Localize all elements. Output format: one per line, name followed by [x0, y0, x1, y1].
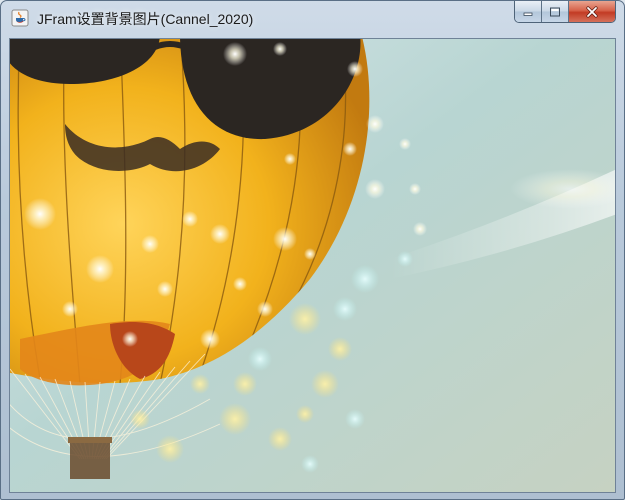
java-icon	[11, 9, 29, 27]
window-title: JFram设置背景图片(Cannel_2020)	[37, 11, 254, 27]
title-bar[interactable]: JFram设置背景图片(Cannel_2020)	[1, 1, 624, 35]
maximize-button[interactable]	[542, 1, 569, 22]
close-icon	[586, 5, 598, 18]
minimize-icon	[523, 12, 533, 16]
app-window: JFram设置背景图片(Cannel_2020)	[0, 0, 625, 500]
minimize-button[interactable]	[515, 1, 542, 22]
maximize-icon	[550, 7, 560, 16]
balloon-background-image	[10, 39, 615, 492]
window-controls	[514, 1, 616, 23]
background-image-panel	[9, 38, 616, 493]
close-button[interactable]	[569, 1, 615, 22]
